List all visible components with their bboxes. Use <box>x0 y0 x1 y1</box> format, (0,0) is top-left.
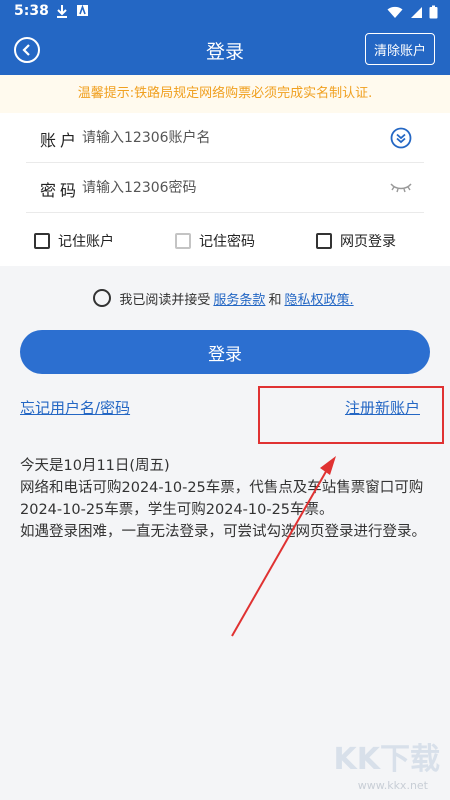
status-notifications <box>56 4 89 18</box>
status-time: 5:38 <box>14 3 49 19</box>
download-icon <box>57 5 67 18</box>
register-link[interactable]: 注册新账户 <box>345 397 420 418</box>
password-field: 密码 <box>26 163 424 213</box>
remember-account-checkbox[interactable] <box>34 233 50 249</box>
login-form: 账户 密码 记住账户 记住密码 网页登录 <box>0 113 450 266</box>
remember-account-label: 记住账户 <box>58 234 114 250</box>
account-label: 账户 <box>40 131 81 150</box>
battery-icon <box>429 5 438 19</box>
eye-closed-icon <box>390 183 412 193</box>
forgot-password-link[interactable]: 忘记用户名/密码 <box>20 397 130 418</box>
remember-password-label: 记住密码 <box>199 234 255 250</box>
signal-icon <box>411 6 422 18</box>
account-input[interactable] <box>82 123 372 153</box>
app-header: 5:38 登录 清除账户 <box>0 0 450 75</box>
terms-link[interactable]: 服务条款 <box>213 289 265 308</box>
info-line: 网络和电话可购2024-10-25车票，代售点及车站售票窗口可购2024-10-… <box>20 480 424 518</box>
remember-account-option[interactable]: 记住账户 <box>34 231 114 251</box>
login-options: 记住账户 记住密码 网页登录 <box>0 221 450 261</box>
privacy-link[interactable]: 隐私权政策. <box>284 289 353 308</box>
notice-banner: 温馨提示:铁路局规定网络购票必须完成实名制认证. <box>0 75 450 113</box>
info-line: 今天是10月11日(周五) <box>20 458 170 474</box>
clear-account-button[interactable]: 清除账户 <box>365 33 435 65</box>
web-login-label: 网页登录 <box>340 234 396 250</box>
chevron-double-down-icon <box>390 127 412 149</box>
remember-password-checkbox[interactable] <box>175 233 191 249</box>
password-label: 密码 <box>40 181 81 200</box>
agreement-radio[interactable] <box>93 289 112 307</box>
login-button[interactable]: 登录 <box>20 330 430 374</box>
agreement-row: 我已阅读并接受 服务条款 和 隐私权政策. <box>0 285 450 311</box>
account-field: 账户 <box>26 113 424 163</box>
watermark-logo: KK下载 <box>333 742 441 777</box>
title-bar: 登录 清除账户 <box>0 25 450 75</box>
web-login-checkbox[interactable] <box>316 233 332 249</box>
info-text: 今天是10月11日(周五) 网络和电话可购2024-10-25车票，代售点及车站… <box>20 455 435 543</box>
account-dropdown-button[interactable] <box>388 125 414 151</box>
web-login-option[interactable]: 网页登录 <box>316 231 396 251</box>
password-input[interactable] <box>82 173 372 203</box>
wifi-icon <box>387 6 403 18</box>
remember-password-option[interactable]: 记住密码 <box>175 231 255 251</box>
agreement-prefix: 我已阅读并接受 <box>119 292 211 308</box>
status-system-icons <box>387 5 438 19</box>
watermark-url: www.kkx.net <box>357 779 428 792</box>
notification-app-icon <box>77 4 88 16</box>
info-line: 如遇登录困难，一直无法登录，可尝试勾选网页登录进行登录。 <box>20 524 426 540</box>
password-visibility-toggle[interactable] <box>388 175 414 201</box>
status-bar: 5:38 <box>0 0 450 25</box>
agreement-and: 和 <box>268 292 282 308</box>
